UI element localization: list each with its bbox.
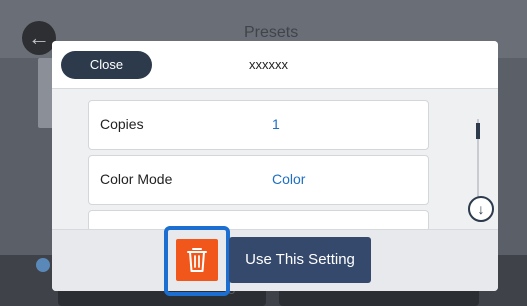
use-this-setting-button[interactable]: Use This Setting	[229, 237, 371, 283]
list-item: Color Mode Color	[88, 155, 429, 205]
setting-label: Copies	[100, 116, 144, 132]
scrollbar-thumb[interactable]	[476, 123, 480, 139]
dialog-header: Close xxxxxx	[52, 41, 498, 89]
setting-label: Color Mode	[100, 171, 173, 187]
close-button[interactable]: Close	[61, 51, 152, 79]
highlight-frame	[164, 226, 230, 296]
scroll-down-arrow-icon[interactable]: ↓	[468, 196, 494, 222]
list-item: Copies 1	[88, 100, 429, 150]
back-arrow-icon[interactable]: ←	[22, 21, 56, 55]
setting-value: 1	[272, 116, 280, 132]
settings-list: Copies 1 Color Mode Color	[88, 100, 429, 237]
setting-value: Color	[272, 171, 306, 187]
info-icon	[36, 258, 50, 272]
dialog-title: xxxxxx	[249, 57, 288, 72]
background-title: Presets	[244, 24, 299, 41]
